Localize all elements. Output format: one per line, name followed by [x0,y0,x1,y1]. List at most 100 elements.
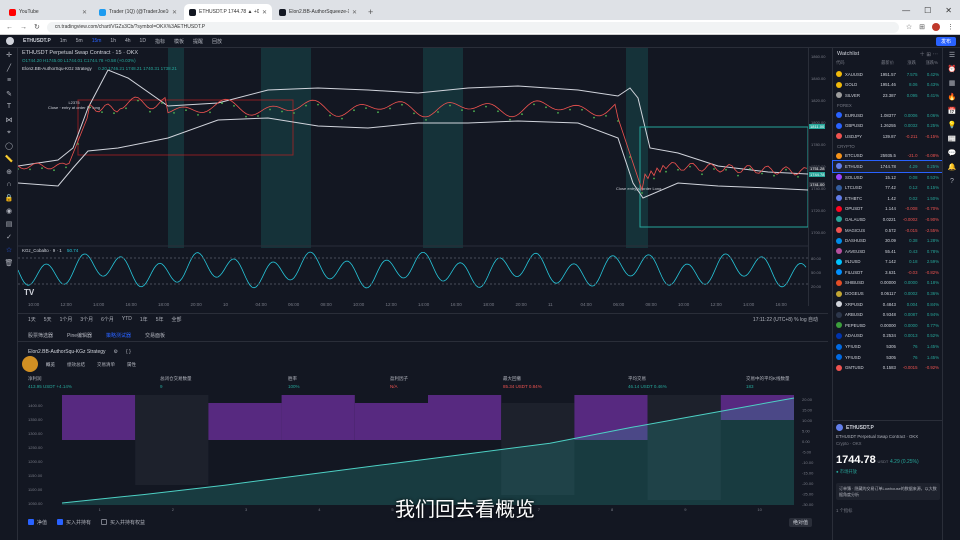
toolbar-button[interactable]: 15m [92,38,102,45]
chat-icon[interactable]: 💬 [943,146,960,160]
time-zone-readout[interactable]: 17:11:22 (UTC+8) % log 自动 [753,316,828,323]
reload-icon[interactable]: ↻ [34,23,40,31]
panel-tab[interactable]: 策略测试器 [106,332,131,339]
toolbar-button[interactable]: 1D [140,38,146,45]
watchlist-row[interactable]: YFIUSD 5305 76 1.45% [833,352,942,363]
favorite-icon[interactable]: ☆ [0,243,18,256]
watchlist-row[interactable]: OPUSDT 1.144 -0.008 -0.70% [833,204,942,215]
watchlist-row[interactable]: EURUSD 1.08377 0.0006 0.06% [833,110,942,121]
new-tab-button[interactable]: + [368,7,373,20]
watchlist-row[interactable]: ADAUSD 0.2534 0.0013 0.52% [833,331,942,342]
time-axis[interactable]: 10:00 12:00 14:00 16:00 18:00 20:00 10 04:00 06:… [18,300,808,310]
watchlist-row[interactable]: SOLUSD 15.12 0.08 0.53% [833,172,942,183]
watchlist-row[interactable]: GMTUSD 0.1583 -0.0015 -0.92% [833,362,942,373]
watchlist-row[interactable]: INJUSD 7.142 0.18 2.59% [833,257,942,268]
watchlist-row[interactable]: YFIUSD 5305 76 1.45% [833,341,942,352]
range-button[interactable]: 5天 [44,316,52,323]
watchlist-column-header[interactable]: 代码 [836,60,870,69]
text-icon[interactable]: T [0,100,18,113]
browser-tab[interactable]: YouTube ✕ [4,4,92,20]
watchlist-actions[interactable]: ＋ ⊞ ⋯ [919,50,938,58]
panel-tab[interactable]: Pine编辑器 [67,332,92,339]
menu-icon[interactable]: ⋮ [947,23,954,31]
publish-button[interactable]: 发布 [935,37,956,46]
toolbar-button[interactable]: 1h [110,38,116,45]
range-button[interactable]: 6个月 [101,316,114,323]
watchlist-row[interactable]: DOGEUS 0.06117 0.0002 0.36% [833,288,942,299]
browser-tab[interactable]: ETHUSDT.P 1744.78 ▲ +0.25%✕ [184,4,272,20]
absolute-mode-button[interactable]: 绝对值 [788,518,812,527]
watchlist-row[interactable]: ETHBTC 1.42 0.02 1.50% [833,193,942,204]
legend-buyhold[interactable]: 买入并持有 [57,519,91,526]
shapes-icon[interactable]: ◯ [0,139,18,152]
browser-tab[interactable]: Trader (1Q) (@TraderJoe1Q) / X✕ [94,4,182,20]
watchlist-row[interactable]: XRPUSD 0.4843 0.004 0.84% [833,299,942,310]
source-code-icon[interactable]: { } [126,349,131,355]
watchlist-column-header[interactable]: 涨跌% [916,60,938,69]
watchlist-row[interactable]: GALAUSD 0.0221 -0.0002 -0.90% [833,214,942,225]
fib-icon[interactable]: ≡ [0,74,18,87]
range-button[interactable]: 3个月 [80,316,93,323]
watchlist-row[interactable]: LTCUSD 77.42 0.12 0.15% [833,182,942,193]
news-icon[interactable]: 📰 [943,132,960,146]
strategy-subtab[interactable]: 属性 [127,362,136,368]
watchlist-row[interactable]: BTCUSD 25935.5 -21.0 -0.08% [833,151,942,162]
watchlist-row[interactable]: XAUUSD 1951.57 7.575 0.42% [833,69,942,80]
watchlist-column-header[interactable]: 涨跌 [894,60,916,69]
watchlist-row[interactable]: GBPUSD 1.26255 0.0032 0.25% [833,120,942,131]
url-input[interactable]: cn.tradingview.com/chart/VGZs3Cb/?symbol… [46,21,899,33]
lock-icon[interactable]: 🔒 [0,191,18,204]
trend-line-icon[interactable]: ╱ [0,61,18,74]
main-chart[interactable]: ETHUSDT Perpetual Swap Contract · 15 · O… [17,48,809,306]
panel-tab[interactable]: 股票筛选器 [28,332,53,339]
alert-icon[interactable]: ⏰ [943,62,960,76]
extensions-icon[interactable]: ⊞ [919,23,925,31]
checkbox-icon[interactable] [101,519,108,526]
toolbar-button[interactable]: 4h [125,38,131,45]
strategy-name[interactable]: Elon2.BB-AuthorSqu-KGz Strategy [28,349,106,355]
strategy-subtab[interactable]: 绩效总结 [67,362,85,368]
close-tab-icon[interactable]: ✕ [82,9,87,16]
forward-icon[interactable]: → [20,24,27,31]
legend-buyhold-equity[interactable]: 买入并持有权益 [101,519,145,526]
symbol-search[interactable]: ETHUSDT.P [23,38,51,44]
help-icon[interactable]: ? [943,174,960,188]
notification-icon[interactable]: 🔔 [943,160,960,174]
profile-avatar[interactable] [932,23,940,31]
checkbox-icon[interactable] [28,519,34,526]
toolbar-button[interactable]: 指标 [155,38,165,45]
price-axis[interactable]: 1860.001840.001820.001800.001780.001760.… [808,48,832,306]
watchlist-column-header[interactable]: 最新价 [870,60,894,69]
range-button[interactable]: 5年 [156,316,164,323]
browser-tab[interactable]: Elon2.BB-AuthorSqueeze-XG ✕ [274,4,362,20]
back-icon[interactable]: ← [6,24,13,31]
toolbar-button[interactable]: 回放 [212,38,222,45]
close-icon[interactable]: ✕ [945,6,952,15]
tradingview-logo[interactable]: TV [24,288,34,297]
watchlist-row[interactable]: SHIBUSD 0.00000 0.0000 0.18% [833,278,942,289]
eye-icon[interactable]: ◉ [0,204,18,217]
watchlist-title[interactable]: Watchlist [837,51,859,57]
range-button[interactable]: 1年 [140,316,148,323]
range-button[interactable]: 1天 [28,316,36,323]
pattern-icon[interactable]: ⋈ [0,113,18,126]
close-tab-icon[interactable]: ✕ [262,9,267,16]
toolbar-button[interactable]: 5m [76,38,83,45]
strategy-subtab[interactable]: 交易清单 [97,362,115,368]
close-tab-icon[interactable]: ✕ [172,9,177,16]
watchlist-icon[interactable]: ☰ [943,48,960,62]
watchlist-row[interactable]: GOLD 1951.46 8.06 0.43% [833,80,942,91]
ideas-icon[interactable]: 💡 [943,118,960,132]
toolbar-button[interactable]: 模板 [174,38,184,45]
watchlist-section[interactable]: CRYPTO [833,142,942,151]
legend-equity[interactable]: 净值 [28,519,47,526]
checkbox-icon[interactable] [57,519,64,526]
panel-tab[interactable]: 交易面板 [145,332,165,339]
calendar-icon[interactable]: 📅 [943,104,960,118]
watchlist-row[interactable]: DASHUSD 30.09 0.38 1.28% [833,235,942,246]
indicator-legend[interactable]: Elon2.BB-AuthorSqu-KGz Strategy 0.20 174… [22,66,177,71]
zoom-icon[interactable]: ⊕ [0,165,18,178]
range-button[interactable]: YTD [122,316,132,323]
watchlist-section[interactable]: FOREX [833,101,942,110]
crosshair-icon[interactable]: ✛ [0,48,18,61]
